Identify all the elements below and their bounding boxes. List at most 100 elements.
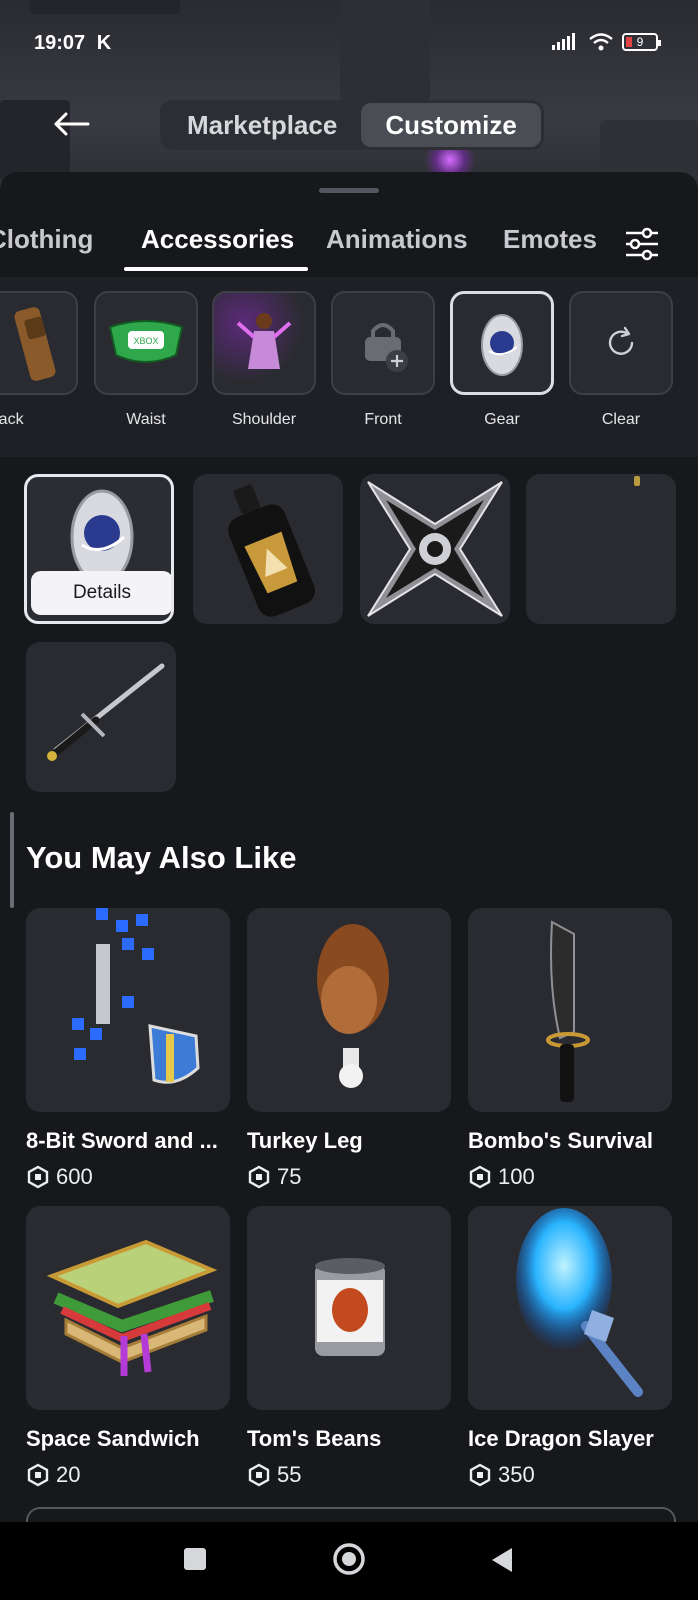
see-more-button[interactable] (26, 1507, 676, 1522)
beans-can-icon (315, 1258, 385, 1356)
recents-square-icon[interactable] (182, 1546, 208, 1572)
robux-icon (27, 1463, 49, 1487)
subcategory-label: Front (364, 411, 402, 428)
home-circle-icon[interactable] (332, 1542, 366, 1576)
bottle-icon (228, 484, 316, 617)
subcategory-shoulder[interactable]: Shoulder (212, 291, 316, 429)
category-tabs: Clothing Accessories Animations Emotes (0, 212, 698, 272)
product-price: 100 (468, 1164, 672, 1190)
subcategory-front[interactable]: Front (331, 291, 435, 429)
customize-sheet: Clothing Accessories Animations Emotes B… (0, 172, 698, 1522)
subcategory-tile (569, 291, 673, 395)
product-thumbnail (468, 1206, 672, 1410)
shuriken-icon (367, 481, 503, 617)
mode-switch: Marketplace Customize (160, 100, 544, 150)
time-text: 19:07 (34, 32, 86, 54)
owned-item-empty[interactable] (526, 474, 676, 624)
filter-sliders-icon[interactable] (622, 224, 662, 264)
tab-animations[interactable]: Animations (326, 224, 468, 255)
details-button[interactable]: Details (31, 571, 171, 615)
turkey-leg-icon (317, 924, 389, 1088)
segment-marketplace[interactable]: Marketplace (163, 103, 361, 147)
robux-icon (248, 1463, 270, 1487)
subcategory-back[interactable]: Back (0, 291, 78, 429)
refresh-icon (608, 326, 634, 355)
subcategory-label: Gear (484, 411, 520, 428)
subcategory-label: Clear (601, 411, 641, 428)
product-price: 600 (26, 1164, 230, 1190)
robux-icon (469, 1463, 491, 1487)
product-name: Space Sandwich (26, 1426, 200, 1451)
subcategory-tile-selected (450, 291, 554, 395)
robux-icon (248, 1165, 270, 1189)
product-thumbnail (468, 908, 672, 1112)
product-thumbnail (26, 908, 230, 1112)
tab-accessories[interactable]: Accessories (141, 224, 294, 255)
product-name: 8-Bit Sword and ... (26, 1128, 218, 1153)
subcategory-tile (212, 291, 316, 395)
subcategory-bar: Back XBOX Waist Shoulder (0, 277, 698, 457)
svg-text:XBOX: XBOX (133, 336, 158, 346)
section-title: You May Also Like (26, 840, 297, 875)
product-price: 55 (247, 1462, 451, 1488)
product-name: Ice Dragon Slayer (468, 1426, 654, 1451)
price-value: 55 (277, 1462, 302, 1487)
price-value: 20 (56, 1462, 81, 1487)
owned-item-shuriken[interactable] (360, 474, 510, 624)
price-value: 75 (277, 1164, 302, 1189)
arrow-left-icon (54, 112, 90, 136)
owned-item-egg-badge[interactable]: Details (24, 474, 174, 624)
product-card[interactable]: 8-Bit Sword and ... 600 (26, 908, 230, 1190)
egg-badge-icon (481, 314, 523, 376)
wifi-icon (589, 33, 613, 51)
waist-bag-icon: XBOX (108, 320, 184, 363)
battery-text: 9 (636, 35, 644, 49)
ice-sword-icon (516, 1208, 643, 1397)
subcategory-clear[interactable]: Clear (569, 291, 673, 429)
product-card[interactable]: Ice Dragon Slayer 350 (468, 1206, 672, 1488)
price-value: 350 (498, 1462, 535, 1487)
subcategory-label: Waist (126, 411, 166, 428)
product-card[interactable]: Tom's Beans 55 (247, 1206, 451, 1488)
system-nav-bar (0, 1522, 698, 1600)
signal-icon (552, 33, 575, 50)
sword-icon (47, 663, 165, 761)
back-triangle-icon[interactable] (490, 1546, 514, 1574)
lock-plus-icon (365, 323, 408, 372)
fairy-icon (236, 313, 292, 369)
back-button[interactable] (44, 100, 100, 148)
product-card[interactable]: Bombo's Survival 100 (468, 908, 672, 1190)
carrier-glyph: K (96, 32, 112, 54)
tab-clothing[interactable]: Clothing (0, 224, 93, 255)
battery-icon: 9 (622, 33, 661, 51)
segment-customize[interactable]: Customize (361, 103, 541, 147)
robux-icon (27, 1165, 49, 1189)
knife-icon (546, 920, 590, 1102)
status-bar: 19:07 K 9 (0, 0, 698, 80)
product-thumbnail (26, 1206, 230, 1410)
subcategory-label: Shoulder (231, 411, 297, 428)
subcategory-waist[interactable]: XBOX Waist (94, 291, 198, 429)
product-price: 75 (247, 1164, 451, 1190)
product-name: Tom's Beans (247, 1426, 382, 1451)
status-time: 19:07 K (34, 32, 111, 55)
tab-underline (124, 267, 308, 271)
subcategory-tile (331, 291, 435, 395)
price-value: 100 (498, 1164, 535, 1189)
backpack-icon (14, 307, 56, 381)
product-price: 350 (468, 1462, 672, 1488)
product-name: Turkey Leg (247, 1128, 363, 1153)
subcategory-tile: XBOX (94, 291, 198, 395)
item-fragment (634, 476, 640, 486)
subcategory-gear[interactable]: Gear (450, 291, 554, 429)
owned-item-slate-bottle[interactable] (193, 474, 343, 624)
tab-emotes[interactable]: Emotes (503, 224, 597, 255)
product-card[interactable]: Turkey Leg 75 (247, 908, 451, 1190)
product-card[interactable]: Space Sandwich 20 (26, 1206, 230, 1488)
subcategory-tile (0, 291, 78, 395)
sheet-handle[interactable] (319, 188, 379, 193)
status-icons: 9 (550, 32, 661, 52)
product-name: Bombo's Survival (468, 1128, 653, 1153)
battery-fill (626, 37, 632, 47)
owned-item-sword[interactable] (26, 642, 176, 792)
